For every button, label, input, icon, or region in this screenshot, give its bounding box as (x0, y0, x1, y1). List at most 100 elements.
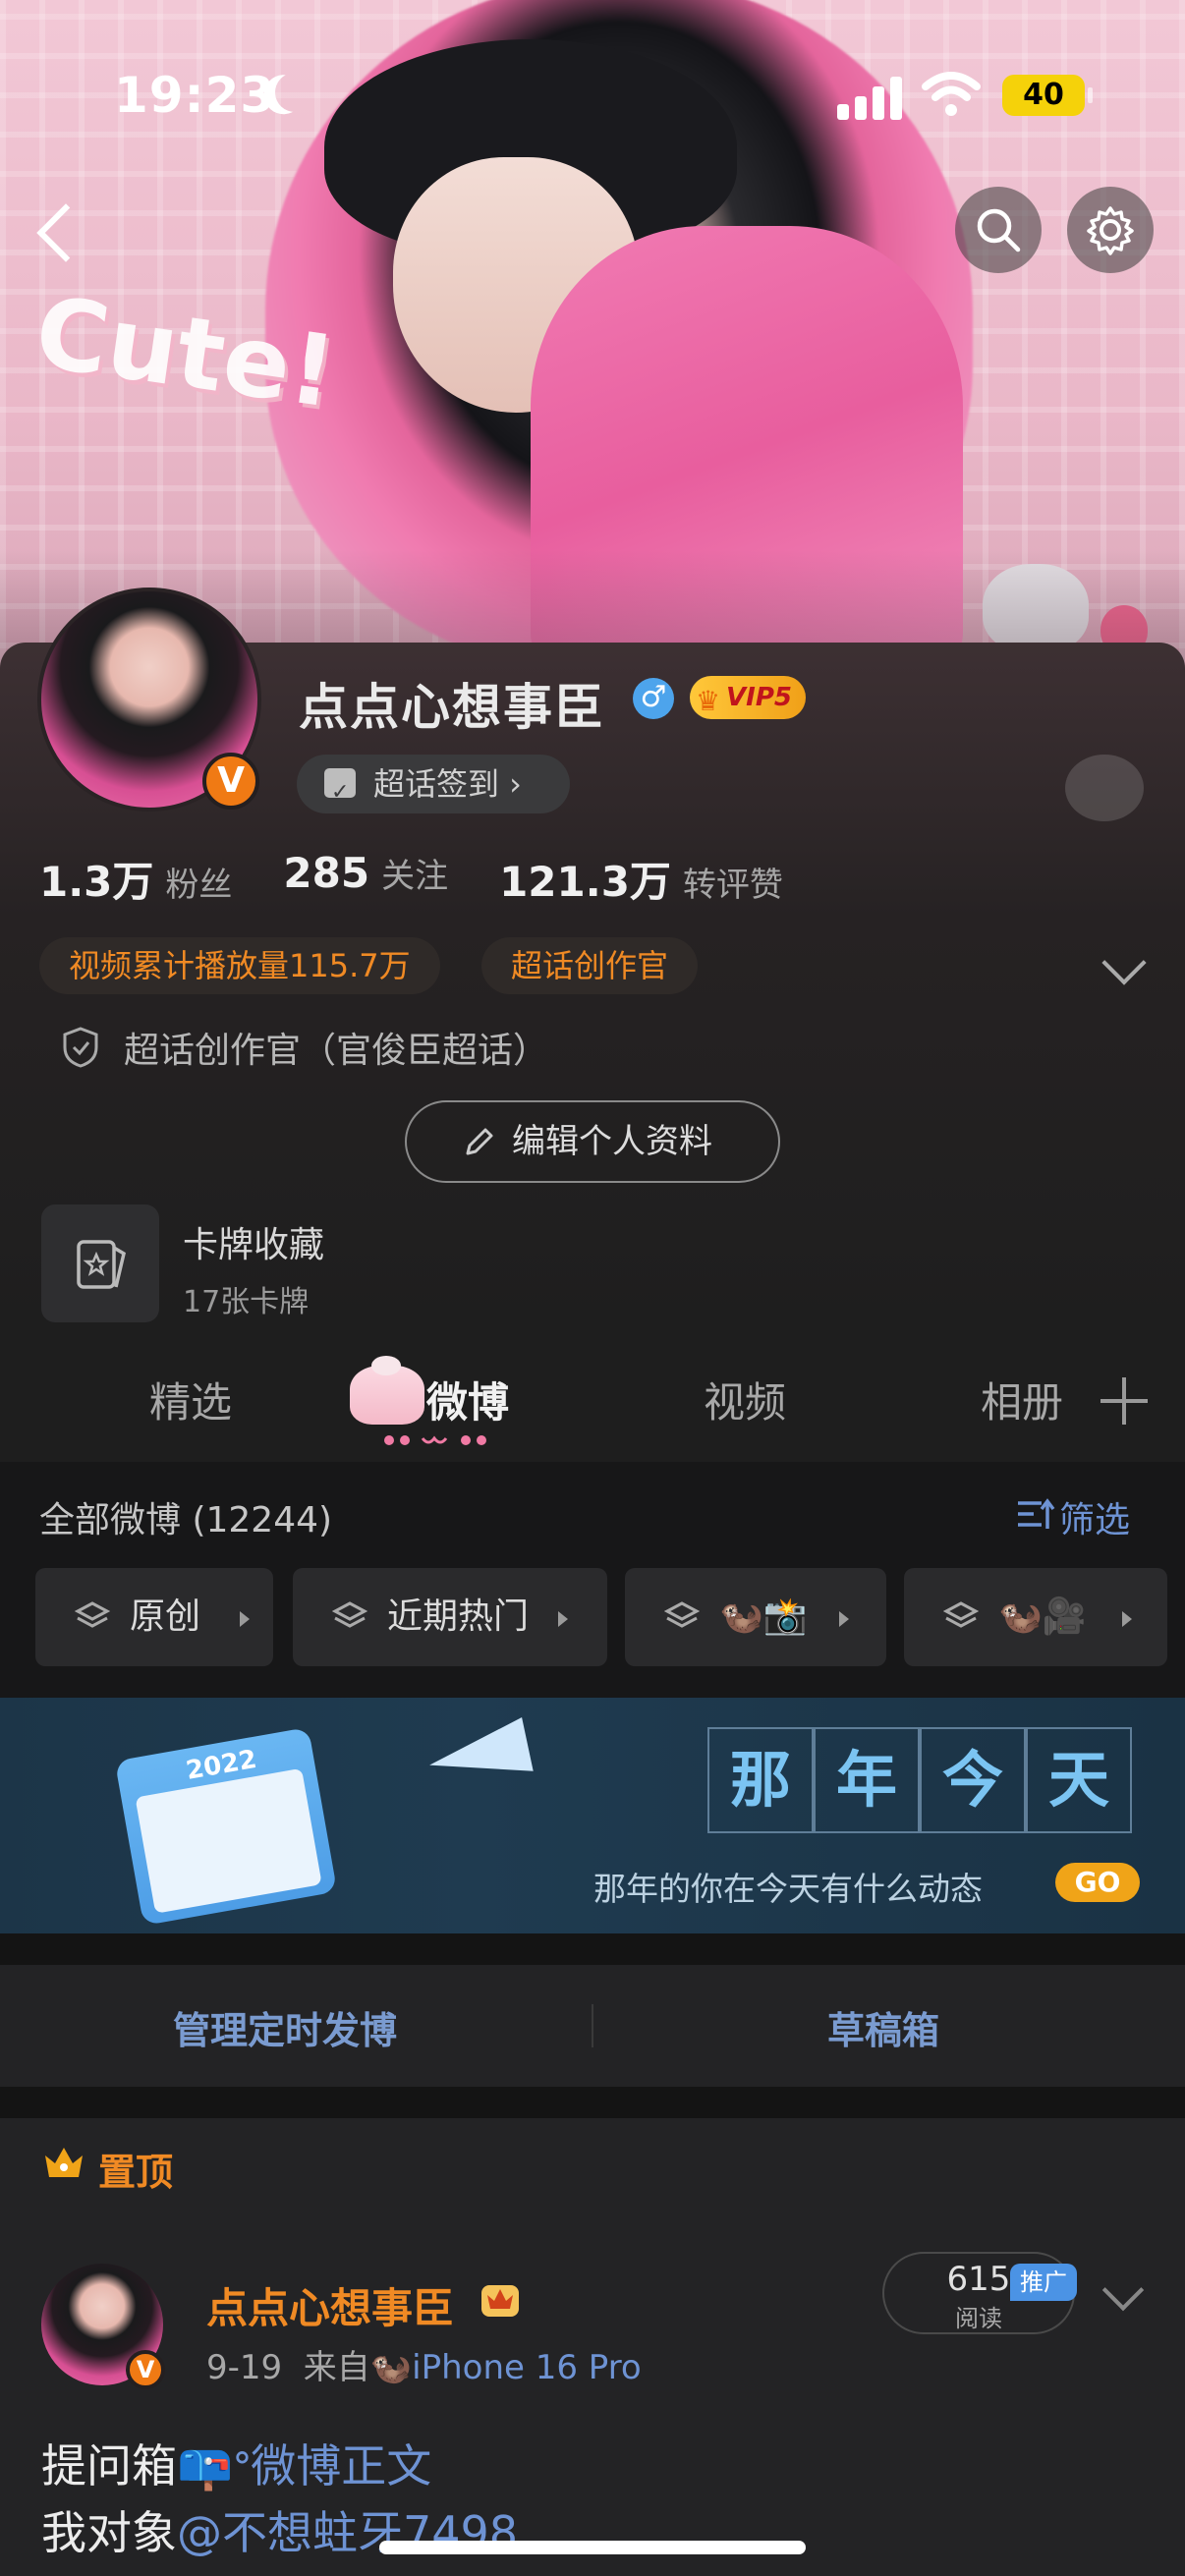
pinned-post[interactable]: 置顶 V 点点心想事臣 9-19 来自🦦iPhone 16 Pro 615 阅读… (0, 2118, 1185, 2576)
crown-icon: ♛ (696, 685, 721, 717)
banner-title-grid: 那 年 今 天 (707, 1727, 1132, 1833)
vip-label: VIP5 (726, 683, 792, 712)
post-source-emoji: 🦦 (369, 2348, 413, 2387)
search-button[interactable] (955, 187, 1042, 273)
shield-icon (63, 1027, 98, 1068)
video-plays-tag[interactable]: 视频累计播放量115.7万 (39, 937, 440, 994)
card-icon (77, 1240, 126, 1289)
section-gap (0, 1933, 1185, 1965)
status-bar: 19:23 40 (0, 0, 1185, 187)
go-button[interactable]: GO (1055, 1863, 1140, 1902)
post-source-prefix: 来自 (303, 2348, 370, 2387)
chip-videos[interactable]: 🦦🎥 (904, 1568, 1167, 1666)
chip-label: 原创 (130, 1596, 201, 1637)
verified-badge: V (126, 2350, 165, 2389)
creator-info[interactable]: 超话创作官（官俊臣超话） (61, 1022, 548, 1073)
creator-line-text: 超话创作官（官俊臣超话） (124, 1031, 549, 1071)
chip-label: 🦦🎥 (998, 1596, 1087, 1637)
drafts-button[interactable]: 草稿箱 (827, 2000, 939, 2054)
chevron-down-icon[interactable] (1101, 2268, 1145, 2312)
tab-album[interactable]: 相册 (981, 1370, 1063, 1429)
settings-button[interactable] (1067, 187, 1154, 273)
tab-video[interactable]: 视频 (704, 1370, 786, 1429)
stat-likes[interactable]: 121.3万 转评赞 (499, 849, 783, 909)
edit-profile-button[interactable]: 编辑个人资料 (405, 1100, 780, 1183)
banner-char: 那 (707, 1727, 814, 1833)
layers-icon (332, 1601, 367, 1628)
stat-value: 1.3万 (39, 858, 154, 906)
moon-icon (269, 67, 319, 117)
chip-label: 近期热门 (387, 1596, 530, 1637)
tab-featured[interactable]: 精选 (149, 1370, 232, 1429)
all-posts-count: 全部微博 (12244) (39, 1500, 333, 1540)
status-time: 19:23 (114, 67, 276, 124)
calendar-check-icon (324, 763, 356, 822)
promote-badge[interactable]: 推广 (1010, 2264, 1077, 2301)
pencil-icon (466, 1128, 493, 1155)
gear-icon (1087, 206, 1134, 255)
post-author[interactable]: 点点心想事臣 (206, 2275, 454, 2335)
plus-icon[interactable] (1100, 1377, 1148, 1425)
manage-row: 管理定时发博 草稿箱 (0, 1965, 1185, 2087)
search-icon (977, 208, 1021, 252)
layers-icon (75, 1601, 110, 1628)
battery-indicator: 40 (1002, 75, 1093, 116)
tab-weibo[interactable]: 微博 (426, 1370, 509, 1429)
stat-followers[interactable]: 1.3万 粉丝 (39, 849, 232, 909)
scheduled-posts-button[interactable]: 管理定时发博 (173, 2000, 397, 2054)
caret-right-icon (240, 1611, 250, 1627)
chip-original[interactable]: 原创 (35, 1568, 273, 1666)
crown-icon (481, 2285, 519, 2317)
calendar-illustration: 2022 (114, 1726, 338, 1927)
divider (592, 2004, 593, 2047)
profile-username: 点点心想事臣 (299, 679, 605, 736)
views-label: 阅读 (955, 2305, 1002, 2332)
wifi-icon (922, 72, 981, 116)
tab-active-indicator (384, 1435, 486, 1445)
filter-icon (1018, 1498, 1055, 1529)
post-link-icon: ᐤ (233, 2439, 252, 2492)
stat-value: 285 (283, 849, 370, 897)
chip-photos[interactable]: 🦦📸 (625, 1568, 886, 1666)
banner-char: 天 (1026, 1727, 1132, 1833)
post-text: 提问箱📪 (41, 2439, 234, 2492)
filter-button[interactable]: 筛选 (1016, 1491, 1130, 1542)
verified-badge: V (202, 753, 259, 810)
section-gap (0, 2087, 1185, 2118)
caret-right-icon (839, 1611, 849, 1627)
signal-icon (837, 73, 906, 120)
card-collection-icon-box[interactable] (41, 1204, 159, 1322)
caret-right-icon (1122, 1611, 1132, 1627)
card-collection-title[interactable]: 卡牌收藏 (183, 1216, 324, 1267)
calendar-year: 2022 (184, 1744, 259, 1786)
stat-value: 121.3万 (499, 858, 671, 906)
banner-char: 年 (814, 1727, 920, 1833)
home-indicator[interactable] (379, 2541, 806, 2554)
chip-label: 🦦📸 (719, 1596, 808, 1637)
pinned-label: 置顶 (41, 2142, 173, 2196)
supertopic-checkin-button[interactable]: 超话签到 › (297, 755, 570, 822)
layers-icon (664, 1601, 700, 1628)
chip-recent-hot[interactable]: 近期热门 (293, 1568, 607, 1666)
stat-label: 转评赞 (682, 866, 783, 905)
post-meta: 9-19 来自🦦iPhone 16 Pro (206, 2340, 642, 2388)
post-device[interactable]: iPhone 16 Pro (412, 2348, 642, 2387)
on-this-day-banner[interactable]: 2022 那 年 今 天 那年的你在今天有什么动态 GO (0, 1698, 1185, 1933)
paw-sticker (1065, 755, 1144, 821)
profile-screen: { "status_bar": {"time": "19:23", "batte… (0, 0, 1185, 2576)
pinned-text: 置顶 (98, 2151, 174, 2194)
vip-badge[interactable]: ♛ VIP5 (690, 676, 806, 719)
post-text: 我对象 (41, 2506, 177, 2559)
post-line-1: 提问箱📪ᐤ微博正文 (41, 2431, 431, 2495)
filter-label: 筛选 (1059, 1500, 1131, 1540)
profile-stats: 1.3万 粉丝 285 关注 121.3万 转评赞 (39, 849, 783, 909)
back-icon[interactable] (29, 196, 88, 265)
post-date: 9-19 (206, 2348, 283, 2387)
creator-tag[interactable]: 超话创作官 (481, 937, 699, 994)
weibo-body-link[interactable]: 微博正文 (251, 2439, 431, 2492)
stat-following[interactable]: 285 关注 (283, 849, 448, 909)
layers-icon (943, 1601, 979, 1628)
edit-profile-label: 编辑个人资料 (512, 1122, 712, 1161)
card-collection-count: 17张卡牌 (183, 1285, 310, 1319)
stat-label: 粉丝 (165, 866, 233, 905)
